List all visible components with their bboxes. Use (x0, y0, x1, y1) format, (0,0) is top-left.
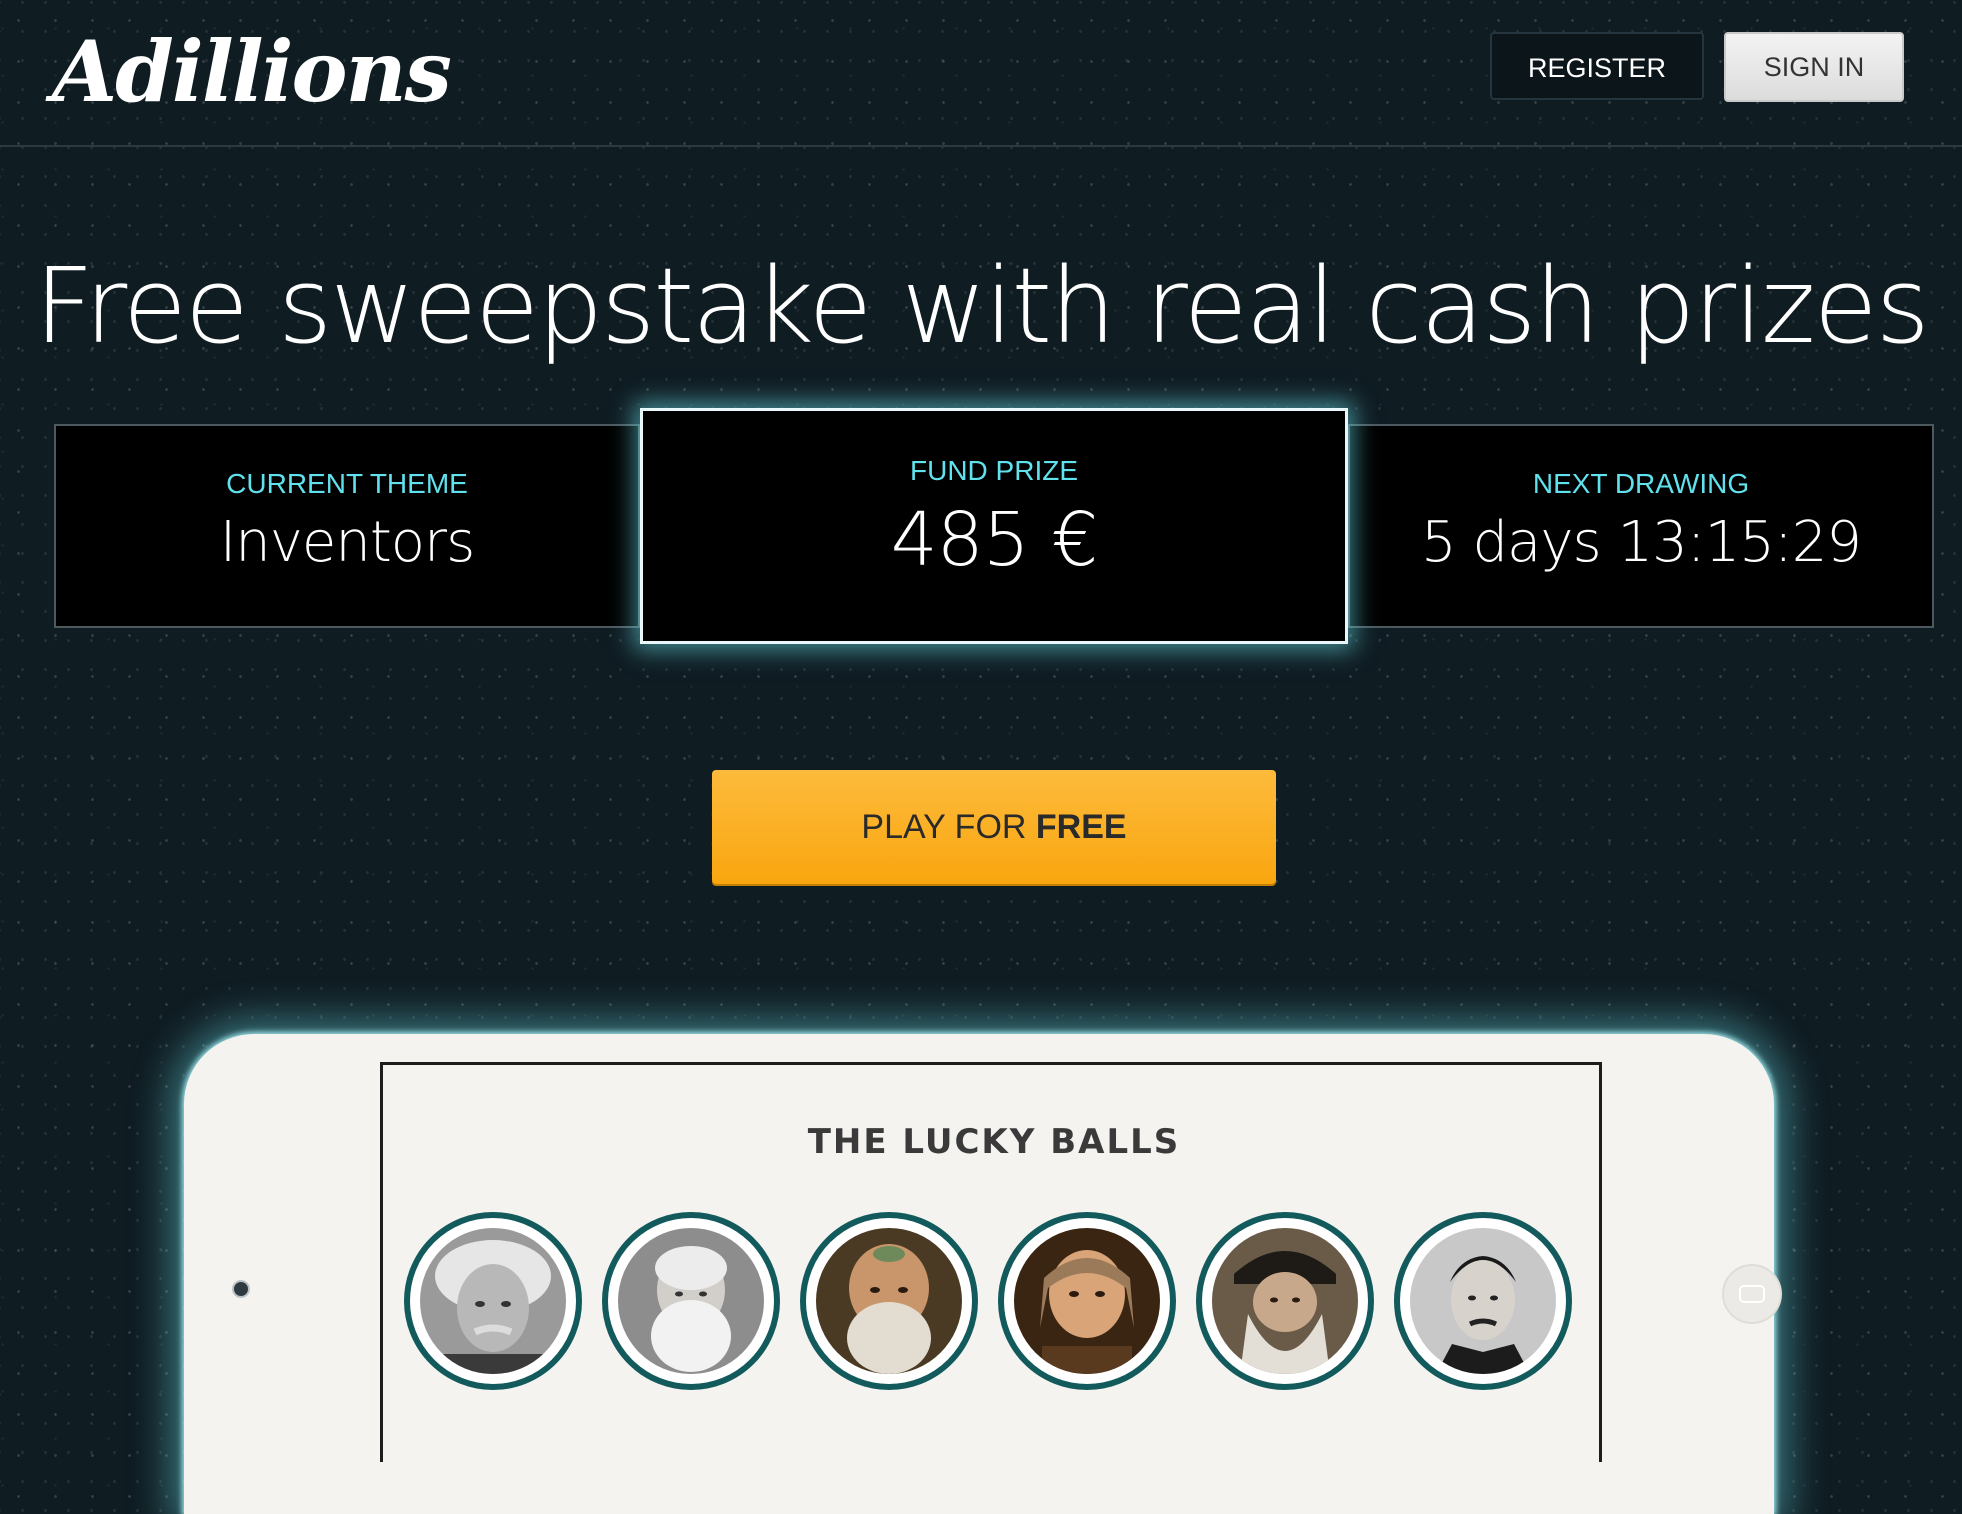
cta-prefix: PLAY FOR (861, 808, 1036, 846)
fund-prize-value: 485 € (890, 497, 1099, 583)
lucky-ball[interactable] (1196, 1212, 1374, 1390)
portrait-franklin-icon (1014, 1228, 1160, 1374)
portrait-da-vinci-icon (1212, 1228, 1358, 1374)
lucky-ball[interactable] (602, 1212, 780, 1390)
portrait-einstein-icon (420, 1228, 566, 1374)
fund-prize-label: FUND PRIZE (910, 455, 1078, 486)
play-for-free-button[interactable]: PLAY FOR FREE (712, 770, 1276, 884)
home-button-icon (1722, 1264, 1782, 1324)
current-theme-box: CURRENT THEME Inventors (54, 424, 640, 628)
lucky-ball[interactable] (800, 1212, 978, 1390)
next-drawing-label: NEXT DRAWING (1532, 468, 1750, 499)
logo[interactable]: Adillions (52, 12, 452, 132)
lucky-ball[interactable] (998, 1212, 1176, 1390)
hero-title: Free sweepstake with real cash prizes (34, 245, 1930, 367)
portrait-archimedes-icon (816, 1228, 962, 1374)
current-theme-label: CURRENT THEME (226, 468, 468, 499)
cta-emphasis: FREE (1035, 808, 1127, 846)
camera-icon (232, 1280, 250, 1298)
lucky-ball[interactable] (404, 1212, 582, 1390)
fund-prize-box: FUND PRIZE 485 € (640, 408, 1348, 644)
current-theme-value: Inventors (219, 510, 476, 575)
lucky-balls-title: THE LUCKY BALLS (807, 1122, 1181, 1162)
register-button[interactable]: REGISTER (1490, 32, 1704, 100)
next-drawing-box: NEXT DRAWING 5 days 13:15:29 (1348, 424, 1934, 628)
lucky-ball[interactable] (1394, 1212, 1572, 1390)
portrait-bell-icon (618, 1228, 764, 1374)
sign-in-button[interactable]: SIGN IN (1724, 32, 1904, 102)
portrait-tesla-icon (1410, 1228, 1556, 1374)
next-drawing-countdown: 5 days 13:15:29 (1421, 510, 1862, 575)
site-header: Adillions REGISTER SIGN IN (0, 0, 1962, 147)
